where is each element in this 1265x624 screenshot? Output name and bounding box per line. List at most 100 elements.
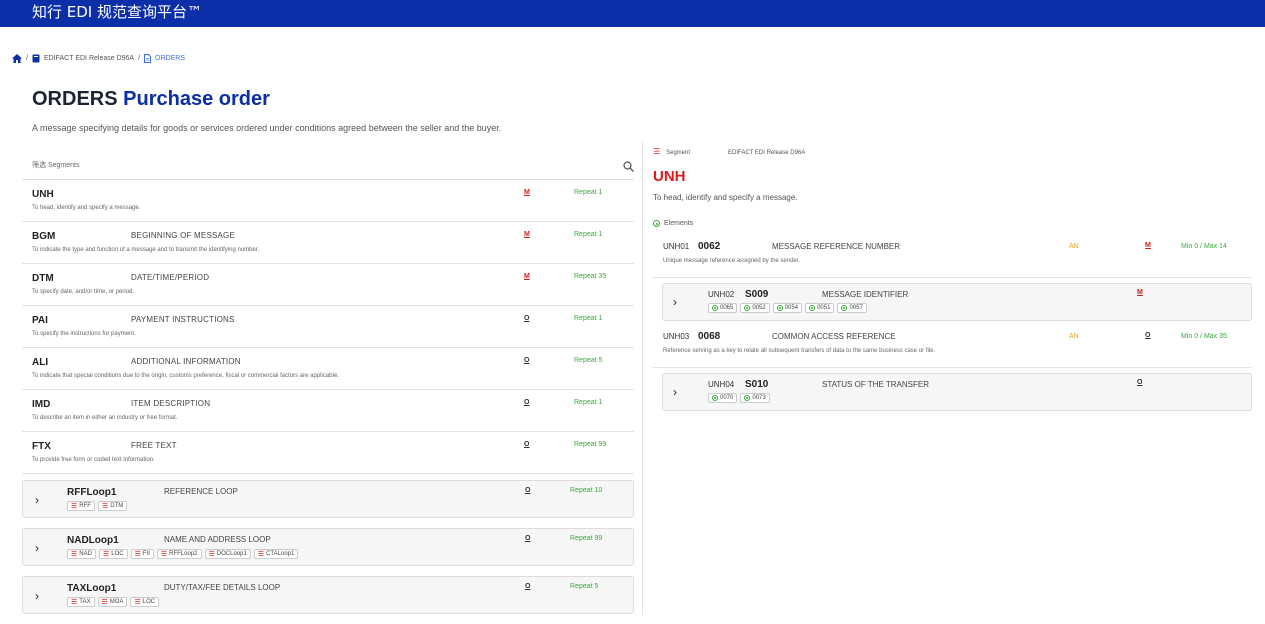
loop-tags: ☰ RFF ☰ DTM (67, 501, 128, 511)
list-icon: ☰ (71, 550, 78, 558)
segment-description: To provide free form or coded text infor… (32, 457, 155, 463)
loop-tag[interactable]: ☰ TAX (67, 597, 95, 607)
element-code[interactable]: 0068 (698, 331, 720, 342)
composite-element-tag[interactable]: 0070 (708, 393, 738, 403)
breadcrumb-separator: / (26, 54, 28, 62)
segment-requirement: M (524, 189, 530, 196)
composite-row[interactable]: › UNH02 S009 MESSAGE IDENTIFIER M 0065 00… (662, 283, 1252, 321)
loop-tag[interactable]: ☰ MOA (97, 597, 128, 607)
segment-list: UNH To head, identify and specify a messa… (22, 180, 634, 474)
segment-filter: 筛选 Segments (22, 150, 634, 180)
element-position: UNH03 (663, 332, 690, 341)
segment-row-bgm[interactable]: BGM BEGINNING OF MESSAGE To indicate the t… (22, 222, 634, 264)
loop-code[interactable]: TAXLoop1 (67, 583, 116, 594)
loop-tag[interactable]: ☰ LOC (98, 549, 128, 559)
detail-header: ☰ Segment EDIFACT EDI Release D96A (652, 142, 1252, 157)
list-icon: ☰ (257, 550, 265, 558)
segment-row-imd[interactable]: IMD ITEM DESCRIPTION To describe an item i… (22, 390, 634, 432)
composite-code[interactable]: S010 (745, 379, 768, 390)
loop-row-taxloop1[interactable]: › TAXLoop1 DUTY/TAX/FEE DETAILS LOOP O Repea… (22, 576, 634, 614)
segment-description: To indicate that special conditions due … (32, 373, 339, 379)
chevron-right-icon[interactable]: › (673, 385, 677, 399)
search-icon[interactable] (623, 159, 634, 177)
breadcrumb-separator: / (138, 54, 141, 62)
message-code: ORDERS (32, 88, 118, 110)
composite-row[interactable]: › UNH04 S010 STATUS OF THE TRANSFER O 00… (662, 373, 1252, 411)
element-description: Unique message reference assigned by the… (663, 258, 801, 264)
composite-element-tag[interactable]: 0052 (740, 303, 770, 313)
loop-code[interactable]: RFFLoop1 (67, 487, 116, 498)
segment-code[interactable]: UNH (32, 189, 54, 200)
home-icon[interactable] (12, 53, 22, 63)
composite-element-tag[interactable]: 0051 (805, 303, 835, 313)
composite-element-tag-label: 0051 (817, 305, 831, 311)
composite-position: UNH02 (708, 290, 735, 299)
composite-code[interactable]: S009 (745, 289, 768, 300)
element-min-max: Min 0 / Max 14 (1181, 243, 1227, 250)
chevron-right-icon[interactable]: › (35, 541, 39, 555)
element-icon (744, 395, 751, 401)
chevron-right-icon[interactable]: › (673, 295, 677, 309)
segment-name: FREE TEXT (131, 441, 177, 450)
segment-repeat: Repeat 1 (574, 231, 603, 238)
detail-segment-code: UNH (653, 168, 686, 185)
segment-code[interactable]: ALI (32, 357, 48, 368)
loop-tag[interactable]: ☰ RFFLoop2 (156, 549, 202, 559)
composite-position: UNH04 (708, 380, 735, 389)
composite-element-tag[interactable]: 0065 (708, 303, 738, 313)
loop-tag[interactable]: ☰ RFF (67, 501, 95, 511)
segment-row-ali[interactable]: ALI ADDITIONAL INFORMATION To indicate tha… (22, 348, 634, 390)
loop-tags: ☰ TAX ☰ MOA ☰ LOC (67, 597, 160, 607)
list-icon: ☰ (71, 502, 78, 510)
element-icon (712, 305, 718, 311)
loop-tag[interactable]: ☰ LOC (130, 597, 160, 607)
panel-divider (642, 142, 643, 615)
segment-repeat: Repeat 99 (574, 441, 607, 448)
segment-code[interactable]: BGM (32, 231, 55, 242)
list-icon: ☰ (134, 550, 141, 558)
segment-row-ftx[interactable]: FTX FREE TEXT To provide free form or code… (22, 432, 634, 474)
segment-requirement: O (524, 441, 530, 448)
element-name: COMMON ACCESS REFERENCE (772, 332, 896, 341)
segment-row-dtm[interactable]: DTM DATE/TIME/PERIOD To specify date, and/… (22, 264, 634, 306)
loop-row-rffloop1[interactable]: › RFFLoop1 REFERENCE LOOP O Repeat 10 ☰ RFF ☰ DT… (22, 480, 634, 518)
document-icon (144, 53, 152, 63)
segment-requirement: O (524, 399, 530, 406)
segment-name: ITEM DESCRIPTION (131, 399, 211, 408)
loop-row-nadloop1[interactable]: › NADLoop1 NAME AND ADDRESS LOOP O Repeat 99… (22, 528, 634, 566)
loop-code[interactable]: NADLoop1 (67, 535, 119, 546)
list-icon: ☰ (101, 502, 109, 510)
composite-element-tag-label: 0057 (849, 305, 863, 311)
composite-element-tag[interactable]: 0057 (837, 303, 867, 313)
element-name: MESSAGE REFERENCE NUMBER (772, 242, 901, 251)
loop-tag-label: LOC (142, 599, 156, 605)
loop-tags: ☰ NAD ☰ LOC ☰ FII ☰ RFFLoop2 ☰ DOCLoop1 ☰ CTALoop1 (67, 549, 299, 559)
segment-name: PAYMENT INSTRUCTIONS (131, 315, 235, 324)
loop-tag-label: FII (142, 551, 150, 557)
list-icon: ☰ (101, 598, 108, 606)
segment-code[interactable]: DTM (32, 273, 54, 284)
loop-tag[interactable]: ☰ DTM (97, 501, 128, 511)
segment-description: To specify the instructions for payment. (32, 331, 136, 337)
loop-tag[interactable]: ☰ NAD (67, 549, 96, 559)
segment-row-unh[interactable]: UNH To head, identify and specify a messa… (22, 180, 634, 222)
composite-element-tag[interactable]: 0054 (772, 303, 803, 313)
breadcrumb: / EDIFACT EDI Release D96A / ORDERS (12, 52, 185, 64)
composite-element-tag[interactable]: 0073 (740, 393, 770, 403)
loop-tag[interactable]: ☰ CTALoop1 (253, 549, 299, 559)
chevron-right-icon[interactable]: › (35, 589, 39, 603)
loop-requirement: O (525, 583, 531, 590)
loop-tag[interactable]: ☰ DOCLoop1 (204, 549, 251, 559)
element-code[interactable]: 0062 (698, 241, 720, 252)
segment-code[interactable]: IMD (32, 399, 50, 410)
breadcrumb-release[interactable]: EDIFACT EDI Release D96A (44, 55, 134, 62)
segment-code[interactable]: PAI (32, 315, 48, 326)
app-title[interactable]: 知行 EDI 规范查询平台™ (32, 3, 202, 21)
list-icon: ☰ (134, 598, 141, 606)
filter-label: 筛选 Segments (32, 162, 80, 169)
composite-requirement: O (1137, 379, 1143, 386)
loop-tag[interactable]: ☰ FII (130, 549, 154, 559)
chevron-right-icon[interactable]: › (35, 493, 39, 507)
segment-code[interactable]: FTX (32, 441, 51, 452)
segment-row-pai[interactable]: PAI PAYMENT INSTRUCTIONS To specify the in… (22, 306, 634, 348)
